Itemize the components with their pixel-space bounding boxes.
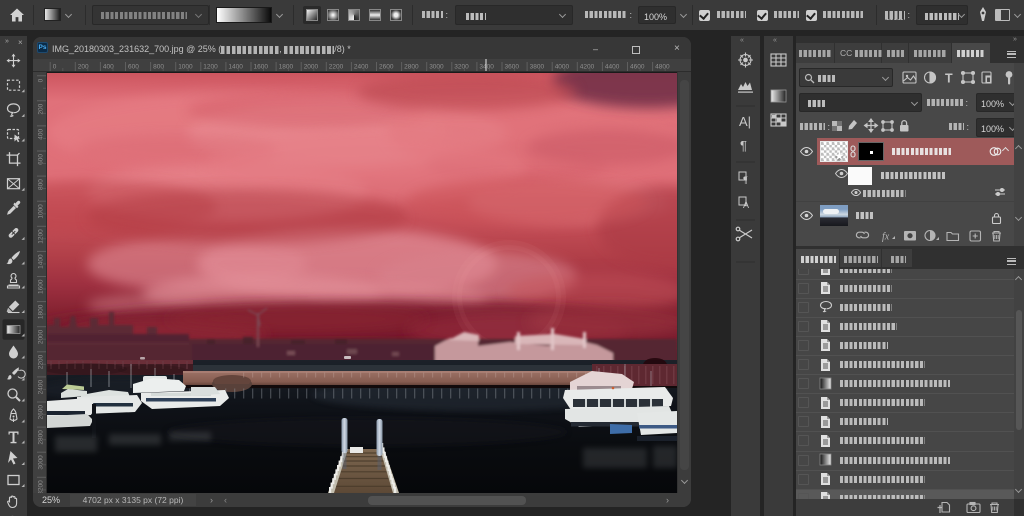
svg-text:400: 400: [103, 64, 114, 71]
svg-text:4400: 4400: [605, 64, 620, 71]
svg-text:200: 200: [38, 103, 45, 114]
svg-text:2200: 2200: [329, 64, 344, 71]
svg-text:3200: 3200: [38, 480, 45, 493]
svg-text:3000: 3000: [38, 455, 45, 470]
svg-text:400: 400: [38, 129, 45, 140]
svg-text:1600: 1600: [254, 64, 269, 71]
svg-text:1800: 1800: [279, 64, 294, 71]
svg-text:2200: 2200: [38, 354, 45, 369]
svg-text:800: 800: [38, 179, 45, 190]
svg-text:1200: 1200: [38, 229, 45, 244]
svg-text:2000: 2000: [304, 64, 319, 71]
svg-text:800: 800: [153, 64, 164, 71]
svg-text:1400: 1400: [228, 64, 243, 71]
svg-text:200: 200: [78, 64, 89, 71]
svg-text:T: T: [945, 72, 953, 86]
svg-text:2400: 2400: [38, 380, 45, 395]
svg-text:4200: 4200: [580, 64, 595, 71]
svg-text:2800: 2800: [38, 430, 45, 445]
svg-text:4800: 4800: [655, 64, 670, 71]
svg-text:¶: ¶: [743, 175, 748, 185]
svg-text:3600: 3600: [505, 64, 520, 71]
svg-text:2400: 2400: [354, 64, 369, 71]
svg-text:2000: 2000: [38, 329, 45, 344]
svg-text:3800: 3800: [530, 64, 545, 71]
svg-text:4600: 4600: [630, 64, 645, 71]
svg-text:1200: 1200: [203, 64, 218, 71]
svg-text:A|: A|: [739, 114, 751, 129]
svg-text:0: 0: [38, 78, 45, 82]
svg-text:4000: 4000: [555, 64, 570, 71]
svg-text:3200: 3200: [454, 64, 469, 71]
svg-text:0: 0: [53, 64, 57, 71]
svg-text:fx: fx: [882, 232, 890, 243]
svg-text:2800: 2800: [404, 64, 419, 71]
svg-text:2600: 2600: [379, 64, 394, 71]
svg-text:2600: 2600: [38, 405, 45, 420]
svg-text:600: 600: [38, 154, 45, 165]
svg-text:1000: 1000: [38, 204, 45, 219]
svg-text:A: A: [743, 200, 749, 210]
svg-text:600: 600: [128, 64, 139, 71]
svg-text:1800: 1800: [38, 304, 45, 319]
svg-text:1000: 1000: [178, 64, 193, 71]
svg-text:3400: 3400: [479, 64, 494, 71]
svg-text:1600: 1600: [38, 279, 45, 294]
svg-text:1400: 1400: [38, 254, 45, 269]
svg-text:¶: ¶: [740, 138, 747, 153]
svg-text:3000: 3000: [429, 64, 444, 71]
